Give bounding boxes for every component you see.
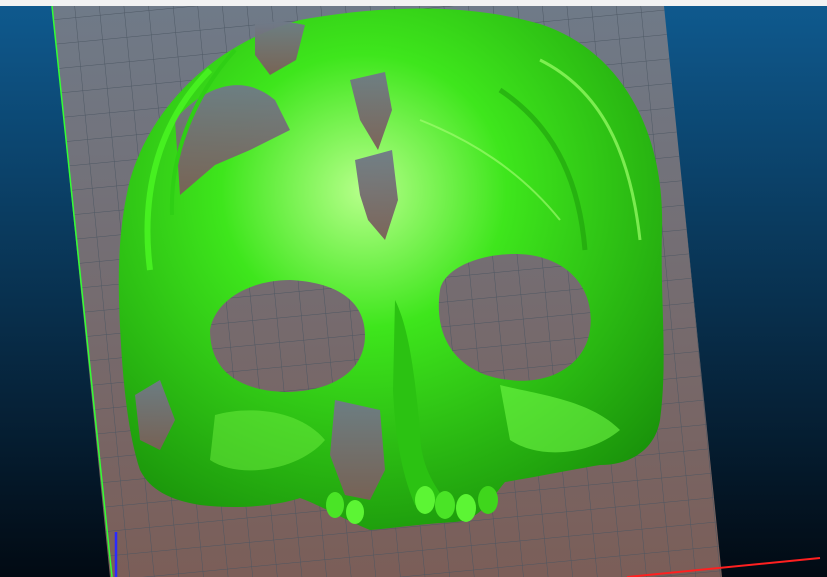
viewport-canvas[interactable]: [0, 0, 827, 577]
window-top-strip: [0, 0, 827, 6]
skull-model[interactable]: [118, 8, 664, 530]
3d-viewport[interactable]: [0, 0, 827, 577]
skull-cranium: [118, 8, 664, 530]
